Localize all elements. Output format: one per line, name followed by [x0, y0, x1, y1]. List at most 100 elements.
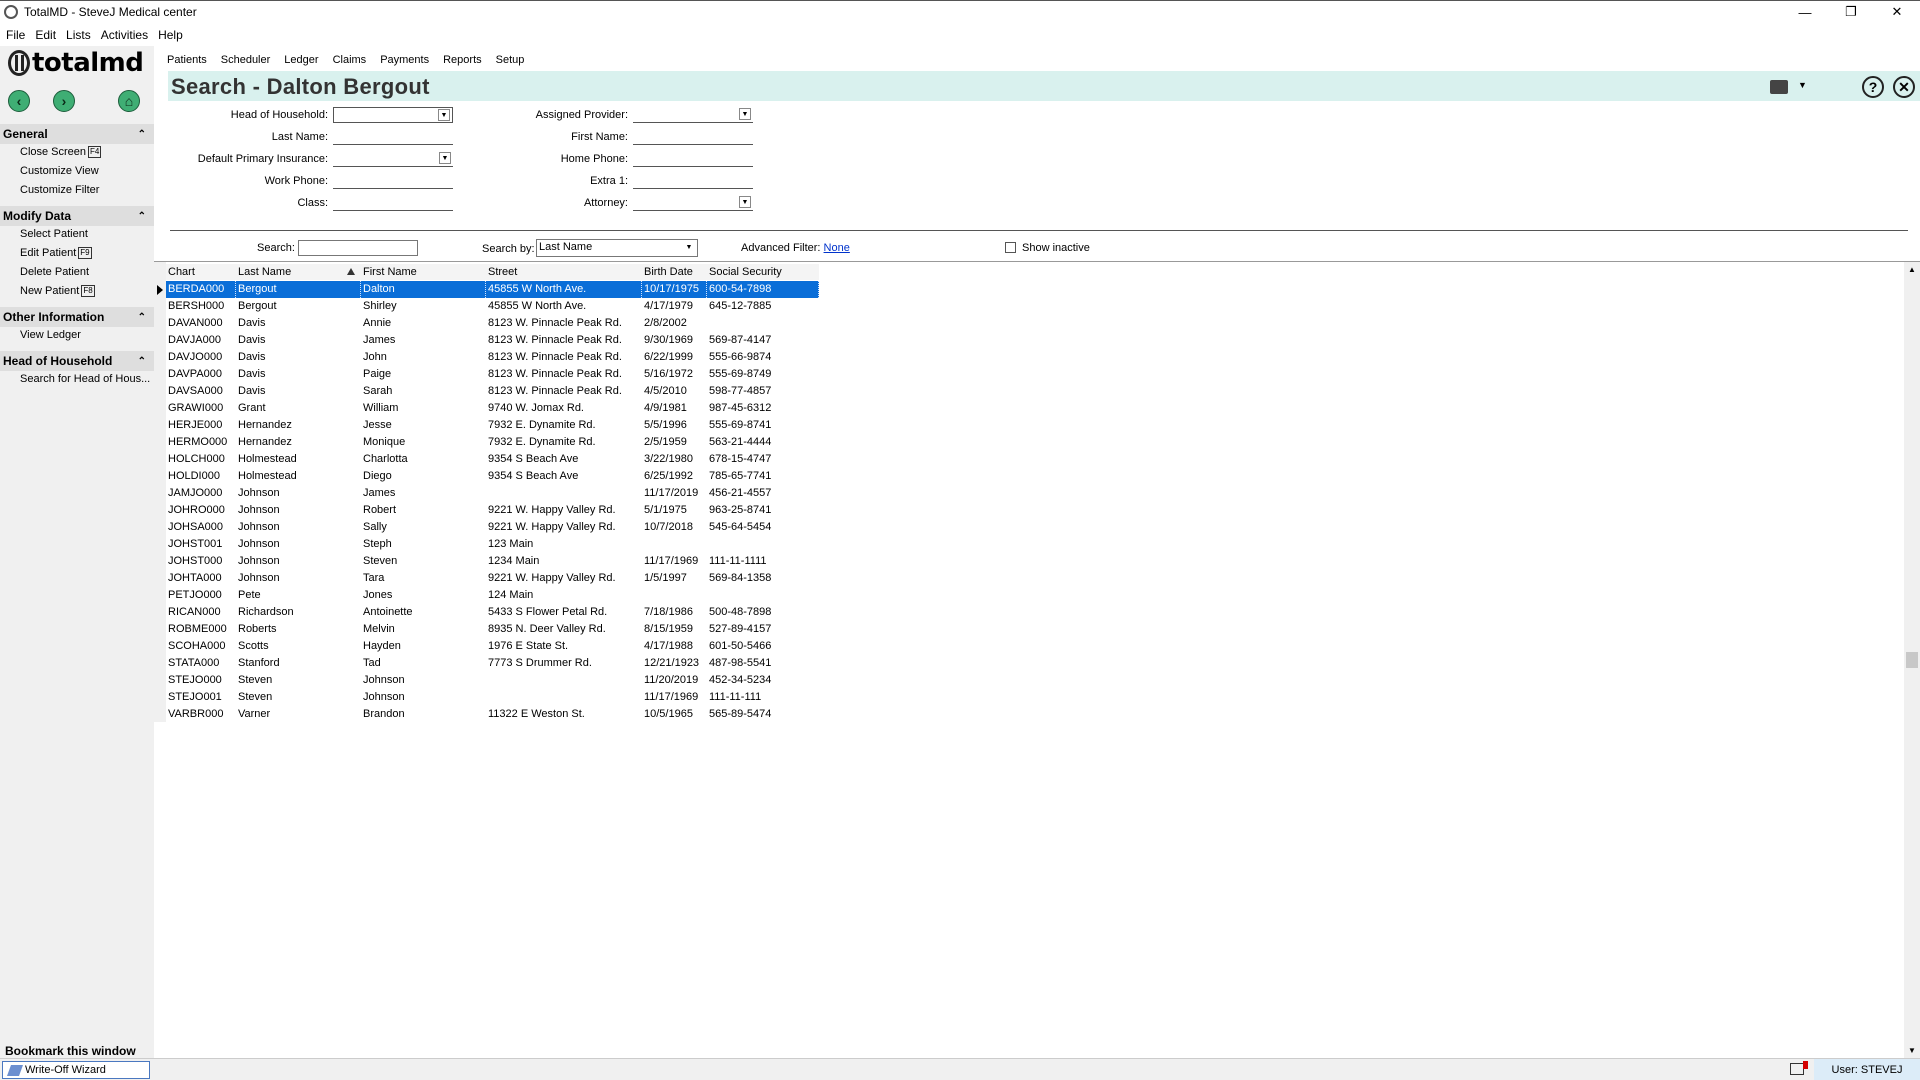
table-row[interactable]: DAVJO000 Davis John 8123 W. Pinnacle Peak R… — [166, 349, 819, 366]
sidebar-item-customize-filter[interactable]: Customize Filter — [20, 184, 99, 196]
bookmark-window[interactable]: Bookmark this window — [5, 1044, 136, 1058]
sidebar-item-delete-patient[interactable]: Delete Patient — [20, 266, 89, 278]
table-row[interactable]: SCOHA000 Scotts Hayden 1976 E State St. 4/17… — [166, 638, 819, 655]
class-input[interactable] — [333, 195, 453, 211]
sidebar-item-customize-view[interactable]: Customize View — [20, 165, 99, 177]
menu-lists[interactable]: Lists — [66, 28, 91, 42]
table-row[interactable]: DAVSA000 Davis Sarah 8123 W. Pinnacle Peak … — [166, 383, 819, 400]
sidebar-item-view-ledger[interactable]: View Ledger — [20, 329, 81, 341]
section-other-information[interactable]: Other Information ⌃ — [0, 307, 154, 327]
chevron-down-icon[interactable]: ▼ — [739, 196, 751, 208]
table-row[interactable]: JAMJO000 Johnson James 11/17/2019 456-21-455… — [166, 485, 819, 502]
forward-arrow-icon[interactable]: › — [53, 90, 75, 112]
table-row[interactable]: HERJE000 Hernandez Jesse 7932 E. Dynamite R… — [166, 417, 819, 434]
sidebar-item-edit-patient[interactable]: Edit Patient F9 — [20, 247, 92, 260]
table-row[interactable]: DAVAN000 Davis Annie 8123 W. Pinnacle Peak … — [166, 315, 819, 332]
close-screen-icon[interactable]: ✕ — [1893, 76, 1915, 98]
table-row[interactable]: STATA000 Stanford Tad 7773 S Drummer Rd. 12/… — [166, 655, 819, 672]
table-row[interactable]: GRAWI000 Grant William 9740 W. Jomax Rd. 4/9… — [166, 400, 819, 417]
toolbar-reports[interactable]: Reports — [443, 54, 482, 66]
table-row[interactable]: VARBR000 Varner Brandon 11322 E Weston St. 1… — [166, 706, 819, 723]
column-header-last-name[interactable]: Last Name — [236, 264, 361, 280]
table-row[interactable]: JOHST000 Johnson Steven 1234 Main 11/17/1969… — [166, 553, 819, 570]
head-of-household-select[interactable]: ▼ — [333, 107, 453, 123]
menu-edit[interactable]: Edit — [35, 28, 56, 42]
home-phone-input[interactable] — [633, 151, 753, 167]
chevron-down-icon[interactable]: ▼ — [739, 108, 751, 120]
toolbar-setup[interactable]: Setup — [496, 54, 525, 66]
table-row[interactable]: PETJO000 Pete Jones 124 Main — [166, 587, 819, 604]
column-header-ssn[interactable]: Social Security Number — [707, 264, 819, 294]
chevron-up-icon[interactable]: ⌃ — [138, 356, 146, 367]
advanced-filter-link[interactable]: None — [824, 242, 850, 254]
sidebar-item-close-screen[interactable]: Close Screen F4 — [20, 146, 102, 159]
table-cell: Pete — [238, 589, 261, 601]
minimize-icon[interactable]: — — [1782, 1, 1828, 23]
column-header-first-name[interactable]: First Name — [361, 264, 486, 280]
chevron-down-icon[interactable]: ▼ — [1798, 80, 1807, 90]
network-status-icon[interactable] — [1790, 1061, 1808, 1075]
scroll-thumb[interactable] — [1906, 652, 1918, 668]
menu-file[interactable]: File — [6, 28, 25, 42]
sidebar-item-new-patient[interactable]: New Patient F8 — [20, 285, 95, 298]
table-row[interactable]: RICAN000 Richardson Antoinette 5433 S Flowe… — [166, 604, 819, 621]
section-general[interactable]: General ⌃ — [0, 124, 154, 144]
help-icon[interactable]: ? — [1862, 76, 1884, 98]
menu-activities[interactable]: Activities — [101, 28, 148, 42]
briefcase-icon[interactable] — [1770, 80, 1788, 94]
table-row[interactable]: DAVJA000 Davis James 8123 W. Pinnacle Peak … — [166, 332, 819, 349]
toolbar-scheduler[interactable]: Scheduler — [221, 54, 271, 66]
scroll-down-icon[interactable]: ▼ — [1908, 1046, 1916, 1055]
table-row[interactable]: DAVPA000 Davis Paige 8123 W. Pinnacle Peak … — [166, 366, 819, 383]
show-inactive-checkbox[interactable] — [1005, 242, 1016, 253]
column-header-birth-date[interactable]: Birth Date — [642, 264, 707, 280]
chevron-up-icon[interactable]: ⌃ — [138, 129, 146, 140]
search-by-select[interactable]: Last Name ▼ — [536, 239, 698, 257]
toolbar-ledger[interactable]: Ledger — [284, 54, 318, 66]
first-name-input[interactable] — [633, 129, 753, 145]
toolbar-claims[interactable]: Claims — [333, 54, 367, 66]
work-phone-input[interactable] — [333, 173, 453, 189]
table-row[interactable]: HERMO000 Hernandez Monique 7932 E. Dynamite… — [166, 434, 819, 451]
chevron-down-icon[interactable]: ▼ — [683, 242, 695, 254]
status-bar: Write-Off Wizard User: STEVEJ — [0, 1058, 1920, 1080]
chevron-up-icon[interactable]: ⌃ — [138, 211, 146, 222]
chevron-down-icon[interactable]: ▼ — [439, 152, 451, 164]
table-row[interactable]: HOLCH000 Holmestead Charlotta 9354 S Beach … — [166, 451, 819, 468]
search-input[interactable] — [298, 240, 418, 256]
table-row[interactable]: HOLDI000 Holmestead Diego 9354 S Beach Ave 6… — [166, 468, 819, 485]
home-icon[interactable]: ⌂ — [118, 90, 140, 112]
table-row[interactable]: ROBME000 Roberts Melvin 8935 N. Deer Valley… — [166, 621, 819, 638]
column-header-street[interactable]: Street — [486, 264, 642, 280]
close-window-icon[interactable]: ✕ — [1874, 1, 1920, 23]
table-row[interactable]: JOHRO000 Johnson Robert 9221 W. Happy Valle… — [166, 502, 819, 519]
table-row[interactable]: STEJO000 Steven Johnson 11/20/2019 452-34-52… — [166, 672, 819, 689]
table-row[interactable]: JOHSA000 Johnson Sally 9221 W. Happy Valley… — [166, 519, 819, 536]
sidebar-item-select-patient[interactable]: Select Patient — [20, 228, 88, 240]
menu-help[interactable]: Help — [158, 28, 183, 42]
attorney-select[interactable]: ▼ — [633, 195, 753, 211]
table-row[interactable]: STEJO001 Steven Johnson 11/17/1969 111-11-11… — [166, 689, 819, 706]
write-off-wizard-button[interactable]: Write-Off Wizard — [2, 1061, 150, 1079]
back-arrow-icon[interactable]: ‹ — [8, 90, 30, 112]
section-head-of-household[interactable]: Head of Household ⌃ — [0, 351, 154, 371]
table-row[interactable]: BERDA000 Bergout Dalton 45855 W North Ave. 1… — [166, 281, 819, 298]
sidebar-item-search-head-of-household[interactable]: Search for Head of Hous... — [20, 373, 150, 385]
chevron-up-icon[interactable]: ⌃ — [138, 312, 146, 323]
restore-icon[interactable]: ❐ — [1828, 1, 1874, 23]
chevron-down-icon[interactable]: ▼ — [438, 109, 450, 121]
vertical-scrollbar[interactable]: ▲ ▼ — [1904, 262, 1920, 1058]
scroll-up-icon[interactable]: ▲ — [1908, 265, 1916, 274]
column-header-chart-number[interactable]: Chart Number — [166, 264, 236, 294]
table-row[interactable]: JOHST001 Johnson Steph 123 Main — [166, 536, 819, 553]
extra1-input[interactable] — [633, 173, 753, 189]
assigned-provider-select[interactable]: ▼ — [633, 107, 753, 123]
table-row[interactable]: JOHTA000 Johnson Tara 9221 W. Happy Valley … — [166, 570, 819, 587]
toolbar-patients[interactable]: Patients — [167, 54, 207, 66]
default-primary-insurance-select[interactable]: ▼ — [333, 151, 453, 167]
table-row[interactable]: BERSH000 Bergout Shirley 45855 W North Ave.… — [166, 298, 819, 315]
table-cell: 8123 W. Pinnacle Peak Rd. — [488, 334, 622, 346]
toolbar-payments[interactable]: Payments — [380, 54, 429, 66]
section-modify-data[interactable]: Modify Data ⌃ — [0, 206, 154, 226]
last-name-input[interactable] — [333, 129, 453, 145]
